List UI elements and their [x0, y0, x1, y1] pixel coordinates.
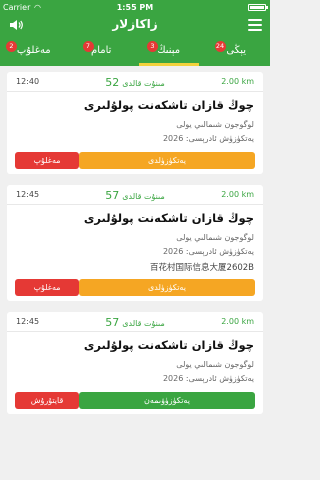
tab-badge: 2: [6, 41, 17, 52]
tab-badge: 3: [147, 41, 158, 52]
restaurant-name: چوڭ قازان تاشكەنت پولۇلىرى: [83, 338, 254, 352]
tab-badge: 7: [82, 41, 94, 52]
failed-button[interactable]: مەغلۇپ: [15, 279, 79, 296]
order-card[interactable]: 12:45 57 مىنۇت قالدى 2.00 km چوڭ قازان تا…: [7, 185, 263, 301]
tab-done[interactable]: 7 تامام: [68, 38, 136, 66]
order-card[interactable]: 12:45 57 مىنۇت قالدى 2.00 km چوڭ قازان تا…: [7, 312, 263, 414]
order-distance: 2.00 km: [221, 317, 254, 326]
remaining-suffix: مىنۇت قالدى: [122, 192, 165, 201]
battery-icon: [248, 4, 268, 11]
remaining-minutes: 57: [105, 189, 120, 202]
order-list: 12:40 52 مىنۇت قالدى 2.00 km چوڭ قازان تا…: [7, 72, 263, 425]
order-distance: 2.00 km: [221, 77, 254, 86]
tab-badge: 24: [214, 41, 226, 52]
tab-label: يېڭى: [226, 45, 247, 56]
delivery-address: يەتكۈزۈش ئادرېسى: 2026: [162, 134, 254, 143]
pickup-address: لوگوجون شىمالىي يولى: [176, 233, 254, 242]
delivered-button[interactable]: يەتكۈزۈلدى: [79, 279, 255, 296]
page-title: زاكازلار: [112, 17, 158, 31]
remaining-suffix: مىنۇت قالدى: [122, 319, 165, 328]
failed-button[interactable]: مەغلۇپ: [15, 152, 79, 169]
tab-failed[interactable]: 2 مەغلۇپ: [0, 38, 68, 66]
restaurant-name: چوڭ قازان تاشكەنت پولۇلىرى: [83, 98, 254, 112]
pickup-address: لوگوجون شىمالىي يولى: [176, 120, 254, 129]
pickup-address: لوگوجون شىمالىي يولى: [176, 360, 254, 369]
order-distance: 2.00 km: [221, 190, 254, 199]
order-meta-row: 12:45 57 مىنۇت قالدى 2.00 km: [7, 185, 263, 205]
return-button[interactable]: قايتۇرۇش: [15, 392, 79, 409]
menu-icon[interactable]: [248, 19, 262, 31]
title-bar: زاكازلار: [0, 14, 270, 38]
order-meta-row: 12:40 52 مىنۇت قالدى 2.00 km: [7, 72, 263, 92]
delivery-address: يەتكۈزۈش ئادرېسى: 2026: [162, 374, 254, 383]
order-card[interactable]: 12:40 52 مىنۇت قالدى 2.00 km چوڭ قازان تا…: [7, 72, 263, 174]
tab-bar: 2 مەغلۇپ 7 تامام 3 مېنىڭ 24 يېڭى: [0, 38, 270, 66]
tab-new[interactable]: 24 يېڭى: [203, 38, 271, 66]
remaining-minutes: 52: [105, 76, 120, 89]
status-time: 1:55 PM: [116, 3, 154, 12]
remaining-suffix: مىنۇت قالدى: [122, 79, 165, 88]
order-meta-row: 12:45 57 مىنۇت قالدى 2.00 km: [7, 312, 263, 332]
tab-label: تامام: [91, 45, 112, 56]
restaurant-name: چوڭ قازان تاشكەنت پولۇلىرى: [83, 211, 254, 225]
tab-label: مەغلۇپ: [16, 45, 51, 56]
status-bar: Carrier ◠ 1:55 PM: [0, 0, 270, 14]
remaining-minutes: 57: [105, 316, 120, 329]
tab-label: مېنىڭ: [157, 45, 181, 56]
delivered-button[interactable]: يەتكۈزۈلدى: [79, 152, 255, 169]
app-header: Carrier ◠ 1:55 PM زاكازلار 2 مەغلۇپ 7 تا…: [0, 0, 270, 66]
start-delivery-button[interactable]: يەتكۈزۈۋىمەن: [79, 392, 255, 409]
delivery-address: يەتكۈزۈش ئادرېسى: 2026: [162, 247, 254, 256]
tab-mine[interactable]: 3 مېنىڭ: [135, 38, 203, 66]
delivery-address-detail: 百花村国际信息大厦2602B: [150, 263, 254, 273]
